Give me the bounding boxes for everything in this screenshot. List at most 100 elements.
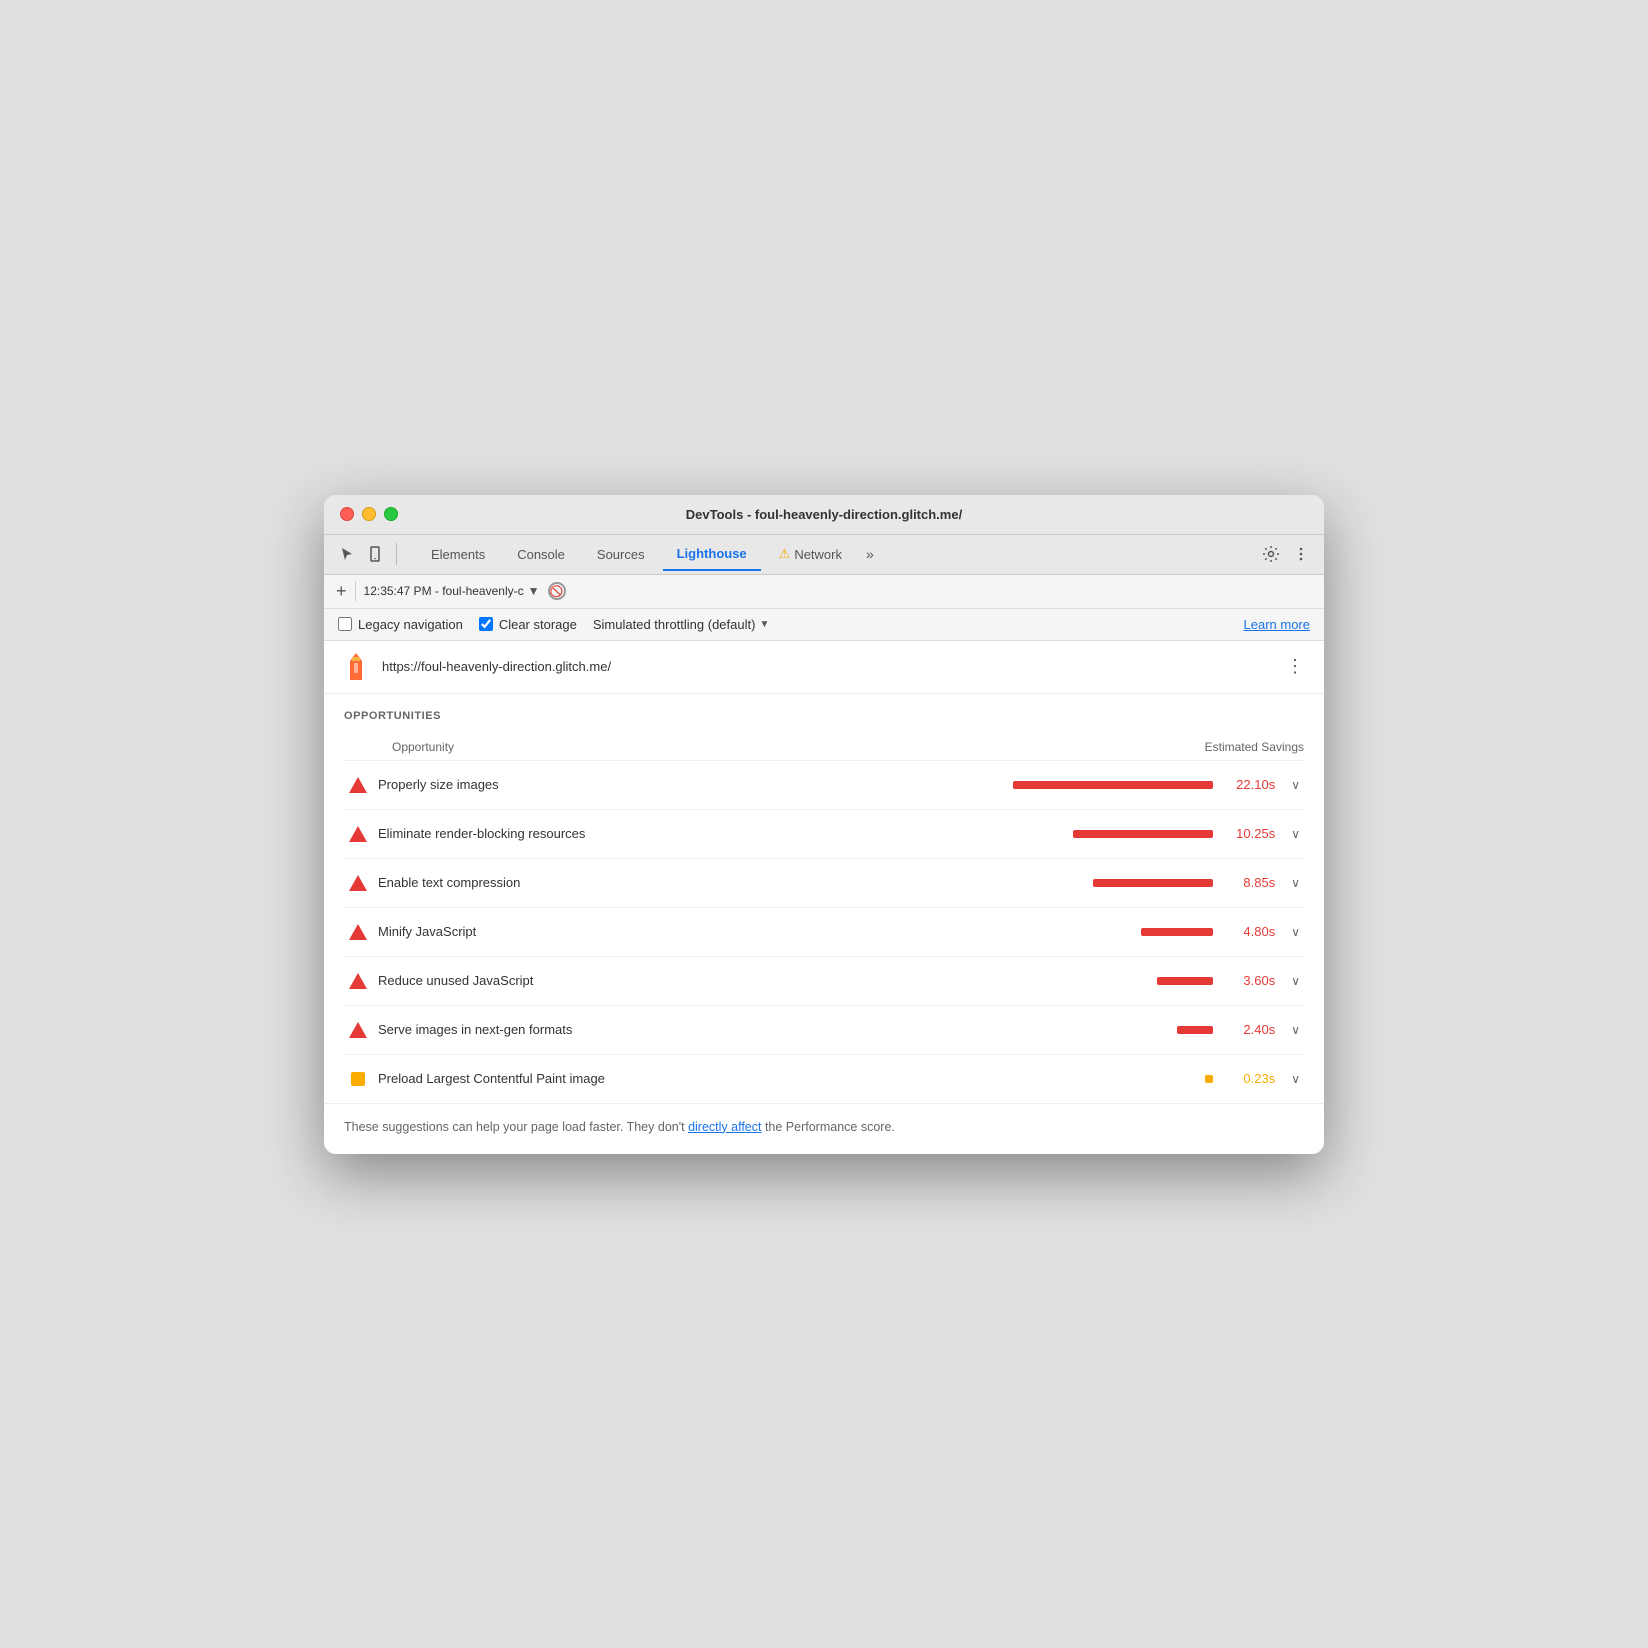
expand-icon[interactable]: ∨ <box>1291 876 1300 890</box>
opportunity-name: Serve images in next-gen formats <box>378 1022 1167 1037</box>
savings-value: 0.23s <box>1223 1071 1275 1086</box>
tab-settings-area <box>1260 543 1312 565</box>
section-title: OPPORTUNITIES <box>344 710 1304 722</box>
savings-bar <box>1093 879 1213 887</box>
savings-value: 22.10s <box>1223 777 1275 792</box>
red-triangle-icon <box>348 1020 368 1040</box>
red-triangle-icon <box>348 873 368 893</box>
expand-icon[interactable]: ∨ <box>1291 778 1300 792</box>
more-options-icon[interactable] <box>1290 543 1312 565</box>
savings-bar <box>1205 1075 1213 1083</box>
yellow-traffic-light[interactable] <box>362 507 376 521</box>
savings-value: 2.40s <box>1223 1022 1275 1037</box>
session-info: 12:35:47 PM - foul-heavenly-c ▼ <box>364 584 540 598</box>
table-row: Preload Largest Contentful Paint image 0… <box>344 1055 1304 1103</box>
tab-console[interactable]: Console <box>503 539 579 570</box>
tab-bar: Elements Console Sources Lighthouse ⚠ Ne… <box>324 535 1324 575</box>
footer-text-before: These suggestions can help your page loa… <box>344 1120 688 1134</box>
window-title: DevTools - foul-heavenly-direction.glitc… <box>686 507 962 522</box>
learn-more-link[interactable]: Learn more <box>1244 617 1310 632</box>
opportunity-name: Properly size images <box>378 777 1003 792</box>
table-row: Enable text compression 8.85s ∨ <box>344 859 1304 908</box>
table-row: Properly size images 22.10s ∨ <box>344 761 1304 810</box>
savings-bar <box>1013 781 1213 789</box>
cursor-icon[interactable] <box>336 543 358 565</box>
url-display: https://foul-heavenly-direction.glitch.m… <box>382 659 1272 674</box>
mobile-icon[interactable] <box>364 543 386 565</box>
column-savings: Estimated Savings <box>1205 740 1304 754</box>
tab-network[interactable]: ⚠ Network <box>765 538 856 570</box>
bar-fill <box>1177 1026 1213 1034</box>
opportunity-name: Preload Largest Contentful Paint image <box>378 1071 1195 1086</box>
savings-value: 10.25s <box>1223 826 1275 841</box>
savings-value: 8.85s <box>1223 875 1275 890</box>
main-content: https://foul-heavenly-direction.glitch.m… <box>324 641 1324 1154</box>
red-triangle-icon <box>348 971 368 991</box>
red-triangle-icon <box>348 922 368 942</box>
session-bar: + 12:35:47 PM - foul-heavenly-c ▼ 🚫 <box>324 575 1324 609</box>
opportunity-name: Reduce unused JavaScript <box>378 973 1147 988</box>
footer-text-after: the Performance score. <box>761 1120 894 1134</box>
throttling-chevron-icon: ▼ <box>759 619 769 630</box>
tab-elements[interactable]: Elements <box>417 539 499 570</box>
bar-fill <box>1013 781 1213 789</box>
bar-fill <box>1093 879 1213 887</box>
table-row: Eliminate render-blocking resources 10.2… <box>344 810 1304 859</box>
lighthouse-logo <box>340 651 372 683</box>
bar-fill <box>1157 977 1213 985</box>
settings-icon[interactable] <box>1260 543 1282 565</box>
table-row: Minify JavaScript 4.80s ∨ <box>344 908 1304 957</box>
green-traffic-light[interactable] <box>384 507 398 521</box>
expand-icon[interactable]: ∨ <box>1291 925 1300 939</box>
clear-storage-checkbox[interactable] <box>479 617 493 631</box>
savings-bar <box>1141 928 1213 936</box>
devtools-window: DevTools - foul-heavenly-direction.glitc… <box>324 495 1324 1154</box>
directly-affect-link[interactable]: directly affect <box>688 1120 761 1134</box>
no-entry-icon[interactable]: 🚫 <box>548 582 566 600</box>
savings-bar <box>1177 1026 1213 1034</box>
add-session-button[interactable]: + <box>336 582 347 600</box>
traffic-lights <box>340 507 398 521</box>
red-triangle-icon <box>348 824 368 844</box>
tab-toolbar-icons <box>336 543 401 565</box>
tab-sources[interactable]: Sources <box>583 539 659 570</box>
expand-icon[interactable]: ∨ <box>1291 827 1300 841</box>
tab-lighthouse[interactable]: Lighthouse <box>663 538 761 571</box>
expand-icon[interactable]: ∨ <box>1291 974 1300 988</box>
opportunity-name: Enable text compression <box>378 875 1083 890</box>
title-bar: DevTools - foul-heavenly-direction.glitc… <box>324 495 1324 535</box>
bar-fill <box>1141 928 1213 936</box>
more-tabs-button[interactable]: » <box>860 542 880 566</box>
savings-value: 4.80s <box>1223 924 1275 939</box>
savings-value: 3.60s <box>1223 973 1275 988</box>
expand-icon[interactable]: ∨ <box>1291 1072 1300 1086</box>
savings-bar <box>1073 830 1213 838</box>
table-row: Reduce unused JavaScript 3.60s ∨ <box>344 957 1304 1006</box>
opportunity-name: Eliminate render-blocking resources <box>378 826 1063 841</box>
column-opportunity: Opportunity <box>392 740 454 754</box>
expand-icon[interactable]: ∨ <box>1291 1023 1300 1037</box>
legacy-navigation-checkbox[interactable] <box>338 617 352 631</box>
table-header: Opportunity Estimated Savings <box>344 734 1304 761</box>
legacy-navigation-group: Legacy navigation <box>338 617 463 632</box>
opportunity-name: Minify JavaScript <box>378 924 1131 939</box>
warning-icon: ⚠ <box>779 546 791 562</box>
yellow-square-icon <box>348 1069 368 1089</box>
clear-storage-label: Clear storage <box>499 617 577 632</box>
clear-storage-group: Clear storage <box>479 617 577 632</box>
red-traffic-light[interactable] <box>340 507 354 521</box>
table-row: Serve images in next-gen formats 2.40s ∨ <box>344 1006 1304 1055</box>
red-triangle-icon <box>348 775 368 795</box>
url-bar: https://foul-heavenly-direction.glitch.m… <box>324 641 1324 694</box>
session-time: 12:35:47 PM - foul-heavenly-c <box>364 584 524 598</box>
throttling-label: Simulated throttling (default) <box>593 617 756 632</box>
more-url-options-icon[interactable]: ⋮ <box>1282 652 1308 681</box>
session-dropdown-button[interactable]: ▼ <box>528 584 540 598</box>
legacy-navigation-label: Legacy navigation <box>358 617 463 632</box>
bar-fill <box>1205 1075 1213 1083</box>
session-divider <box>355 581 356 601</box>
throttling-dropdown[interactable]: Simulated throttling (default) ▼ <box>593 617 770 632</box>
savings-bar <box>1157 977 1213 985</box>
bar-fill <box>1073 830 1213 838</box>
tab-divider <box>396 543 397 565</box>
